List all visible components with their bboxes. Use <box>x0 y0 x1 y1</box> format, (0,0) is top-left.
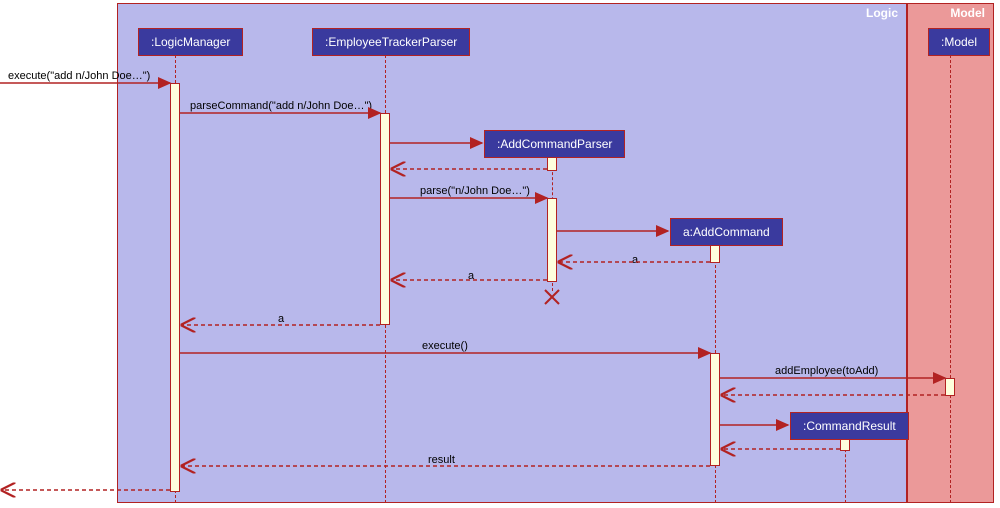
activation-logic-manager <box>170 83 180 492</box>
activation-add-command-1 <box>710 245 720 263</box>
activation-add-command-parser-2 <box>547 198 557 282</box>
msg-return-a-2: a <box>468 270 474 282</box>
participant-model: :Model <box>928 28 990 56</box>
activation-add-command-parser-1 <box>547 157 557 171</box>
msg-return-result: result <box>428 454 455 466</box>
msg-return-a-3: a <box>278 313 284 325</box>
msg-execute-add: execute("add n/John Doe…") <box>8 70 150 82</box>
lifeline-model <box>950 55 951 503</box>
participant-logic-manager: :LogicManager <box>138 28 243 56</box>
activation-employee-tracker-parser <box>380 113 390 325</box>
frame-logic-label: Logic <box>858 4 906 22</box>
participant-command-result: :CommandResult <box>790 412 909 440</box>
msg-parse: parse("n/John Doe…") <box>420 185 530 197</box>
participant-employee-tracker-parser: :EmployeeTrackerParser <box>312 28 470 56</box>
msg-add-employee: addEmployee(toAdd) <box>775 365 878 377</box>
participant-add-command: a:AddCommand <box>670 218 783 246</box>
frame-logic: Logic <box>117 3 907 503</box>
activation-command-result <box>840 439 850 451</box>
participant-add-command-parser: :AddCommandParser <box>484 130 625 158</box>
activation-add-command-2 <box>710 353 720 466</box>
frame-model-label: Model <box>942 4 993 22</box>
destroy-icon <box>544 289 560 305</box>
msg-return-a-1: a <box>632 254 638 266</box>
activation-model <box>945 378 955 396</box>
msg-execute: execute() <box>422 340 468 352</box>
msg-parse-command: parseCommand("add n/John Doe…") <box>190 100 372 112</box>
